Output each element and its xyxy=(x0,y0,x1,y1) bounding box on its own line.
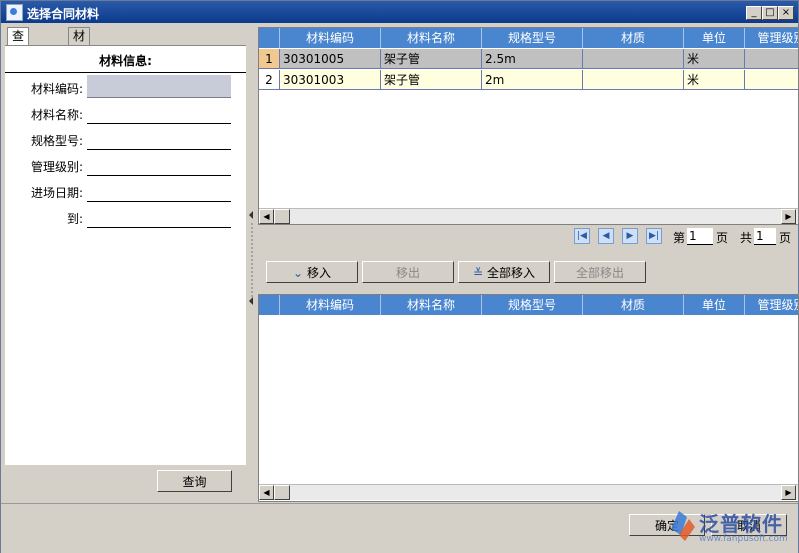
cell-unit: 米 xyxy=(684,70,745,90)
scroll-left-icon[interactable]: ◀ xyxy=(259,209,274,224)
top-header-level[interactable]: 管理级别 xyxy=(745,28,798,48)
cell-level xyxy=(745,70,798,90)
label-material-name: 材料名称: xyxy=(30,108,83,122)
title-bar[interactable]: 选择合同材料 _ □ × xyxy=(1,1,798,23)
cell-spec: 2m xyxy=(482,70,583,90)
dialog-window: 选择合同材料 _ □ × 查询条件 材料类别 材料信息: 材料编码: 材料名称:… xyxy=(0,0,799,553)
input-management-level[interactable] xyxy=(87,153,231,176)
table-row[interactable]: 2 30301003 架子管 2m 米 xyxy=(259,70,798,90)
query-button[interactable]: 查询 xyxy=(157,470,232,492)
table-row[interactable]: 1 30301005 架子管 2.5m 米 xyxy=(259,49,798,69)
cell-code: 30301005 xyxy=(280,49,381,69)
cell-code: 30301003 xyxy=(280,70,381,90)
move-in-button[interactable]: ⌄ 移入 xyxy=(266,261,358,283)
bottom-header-rownum xyxy=(259,295,280,315)
cell-name: 架子管 xyxy=(381,49,482,69)
minimize-button[interactable]: _ xyxy=(746,6,762,20)
selected-materials-grid: 材料编码 材料名称 规格型号 材质 单位 管理级别 ◀ ▶ xyxy=(258,294,799,502)
label-material-code: 材料编码: xyxy=(30,82,83,96)
top-grid-hscrollbar[interactable]: ◀ ▶ xyxy=(259,208,798,224)
tab-material-category[interactable]: 材料类别 xyxy=(68,27,91,94)
pagination-bar: |◀ ◀ ▶ ▶| 第 1 页 共 1 页 xyxy=(258,224,798,248)
bottom-grid-header: 材料编码 材料名称 规格型号 材质 单位 管理级别 xyxy=(259,295,798,315)
bottom-header-unit[interactable]: 单位 xyxy=(684,295,745,315)
brand-watermark: 泛普软件 www.fanpusoft.com xyxy=(669,507,795,547)
app-icon xyxy=(6,4,23,21)
query-form: 材料信息: 材料编码: 材料名称: 规格型号: 管理级别: 进场日期: 到: xyxy=(5,45,246,465)
scroll-left-icon[interactable]: ◀ xyxy=(259,485,274,500)
query-panel: 查询条件 材料类别 材料信息: 材料编码: 材料名称: 规格型号: 管理级别: … xyxy=(5,27,246,465)
scroll-right-icon[interactable]: ▶ xyxy=(781,209,796,224)
top-grid-header: 材料编码 材料名称 规格型号 材质 单位 管理级别 xyxy=(259,28,798,48)
row-number: 2 xyxy=(259,70,280,90)
splitter-grip-icon xyxy=(249,211,253,305)
prev-page-icon[interactable]: ◀ xyxy=(598,228,614,244)
double-chevron-down-icon: ≚ xyxy=(473,266,484,280)
bottom-header-material[interactable]: 材质 xyxy=(583,295,684,315)
first-page-icon[interactable]: |◀ xyxy=(574,228,590,244)
move-out-button[interactable]: 移出 xyxy=(362,261,454,283)
last-page-icon[interactable]: ▶| xyxy=(646,228,662,244)
move-all-in-label: 全部移入 xyxy=(486,266,535,280)
panel-splitter[interactable] xyxy=(248,27,256,493)
label-entry-date: 进场日期: xyxy=(30,186,83,200)
page-suffix: 页 xyxy=(716,231,729,245)
input-spec-model[interactable] xyxy=(87,127,231,150)
cell-material xyxy=(583,49,684,69)
cell-level xyxy=(745,49,798,69)
maximize-button[interactable]: □ xyxy=(762,6,778,20)
brand-url: www.fanpusoft.com xyxy=(699,534,788,544)
bottom-header-level[interactable]: 管理级别 xyxy=(745,295,798,315)
tab-query-conditions[interactable]: 查询条件 xyxy=(7,27,30,94)
input-entry-date-to[interactable] xyxy=(87,205,231,228)
top-header-unit[interactable]: 单位 xyxy=(684,28,745,48)
page-prefix: 第 xyxy=(673,231,686,245)
bottom-header-name[interactable]: 材料名称 xyxy=(381,295,482,315)
input-material-name[interactable] xyxy=(87,101,231,124)
close-button[interactable]: × xyxy=(778,6,794,20)
scroll-thumb[interactable] xyxy=(274,485,290,500)
input-material-code[interactable] xyxy=(87,75,231,98)
move-in-label: 移入 xyxy=(306,266,331,280)
label-management-level: 管理级别: xyxy=(30,160,83,174)
next-page-icon[interactable]: ▶ xyxy=(622,228,638,244)
bottom-header-code[interactable]: 材料编码 xyxy=(280,295,381,315)
brand-name: 泛普软件 xyxy=(699,512,783,536)
bottom-grid-hscrollbar[interactable]: ◀ ▶ xyxy=(259,484,798,500)
heading-divider xyxy=(5,72,246,73)
material-info-heading: 材料信息: xyxy=(99,54,152,68)
label-date-to: 到: xyxy=(66,212,83,226)
top-header-material[interactable]: 材质 xyxy=(583,28,684,48)
chevron-down-icon: ⌄ xyxy=(293,266,304,280)
total-suffix: 页 xyxy=(779,231,792,245)
row-number: 1 xyxy=(259,49,280,69)
top-header-rownum xyxy=(259,28,280,48)
scroll-thumb[interactable] xyxy=(274,209,290,224)
top-header-spec[interactable]: 规格型号 xyxy=(482,28,583,48)
move-all-in-button[interactable]: ≚ 全部移入 xyxy=(458,261,550,283)
page-number-input[interactable]: 1 xyxy=(687,228,713,245)
input-entry-date-from[interactable] xyxy=(87,179,231,202)
scroll-right-icon[interactable]: ▶ xyxy=(781,485,796,500)
window-title: 选择合同材料 xyxy=(27,7,100,21)
total-prefix: 共 xyxy=(740,231,753,245)
total-pages-value: 1 xyxy=(754,228,776,245)
top-header-name[interactable]: 材料名称 xyxy=(381,28,482,48)
cell-material xyxy=(583,70,684,90)
cell-name: 架子管 xyxy=(381,70,482,90)
label-spec-model: 规格型号: xyxy=(30,134,83,148)
cell-spec: 2.5m xyxy=(482,49,583,69)
move-all-out-button[interactable]: 全部移出 xyxy=(554,261,646,283)
top-header-code[interactable]: 材料编码 xyxy=(280,28,381,48)
bottom-header-spec[interactable]: 规格型号 xyxy=(482,295,583,315)
available-materials-grid: 材料编码 材料名称 规格型号 材质 单位 管理级别 1 30301005 架子管… xyxy=(258,27,799,225)
cell-unit: 米 xyxy=(684,49,745,69)
